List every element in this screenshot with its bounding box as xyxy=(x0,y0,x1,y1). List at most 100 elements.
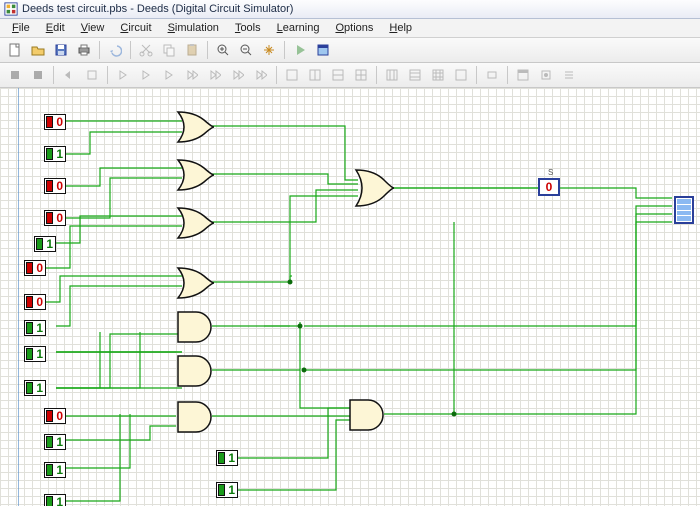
cut-button[interactable] xyxy=(135,39,157,61)
stop-icon xyxy=(9,69,21,81)
grid-icon xyxy=(355,69,367,81)
step6[interactable] xyxy=(227,64,249,86)
input-switch-L[interactable]: 1 xyxy=(44,434,66,450)
input-switch-N[interactable]: 1 xyxy=(44,494,66,506)
pan-button[interactable] xyxy=(258,39,280,61)
input-switch-A[interactable]: 0 xyxy=(44,114,66,130)
menu-edit[interactable]: Edit xyxy=(38,20,73,36)
titlebar: Deeds test circuit.pbs - Deeds (Digital … xyxy=(0,0,700,19)
schematic-canvas[interactable]: 0 1 0 0 1 0 0 1 1 1 0 1 1 1 1 1 S 0 xyxy=(0,88,700,506)
rect-button[interactable] xyxy=(481,64,503,86)
zoom-in-button[interactable] xyxy=(212,39,234,61)
save-button[interactable] xyxy=(50,39,72,61)
input-switch-P[interactable]: 1 xyxy=(216,450,238,466)
grp4[interactable] xyxy=(350,64,372,86)
paste-icon xyxy=(185,43,199,57)
zoom-in-icon xyxy=(216,43,230,57)
grid-icon xyxy=(286,69,298,81)
output-display-S[interactable]: 0 xyxy=(538,178,560,196)
step7[interactable] xyxy=(250,64,272,86)
step-icon xyxy=(186,69,198,81)
input-switch-H[interactable]: 1 xyxy=(24,320,46,336)
frame-button[interactable] xyxy=(81,64,103,86)
undo-button[interactable] xyxy=(104,39,126,61)
input-switch-B[interactable]: 1 xyxy=(44,146,66,162)
and-gate[interactable] xyxy=(176,354,216,388)
or-gate[interactable] xyxy=(176,158,216,192)
step-icon xyxy=(232,69,244,81)
cut-icon xyxy=(139,43,153,57)
input-switch-G[interactable]: 0 xyxy=(24,294,46,310)
and-gate[interactable] xyxy=(348,398,388,432)
or-gate[interactable] xyxy=(176,206,216,240)
zoom-out-button[interactable] xyxy=(235,39,257,61)
or-gate[interactable] xyxy=(176,266,216,300)
grp2[interactable] xyxy=(304,64,326,86)
frame-icon xyxy=(86,69,98,81)
step-back-button[interactable] xyxy=(58,64,80,86)
input-switch-E[interactable]: 1 xyxy=(34,236,56,252)
step1[interactable] xyxy=(112,64,134,86)
step2[interactable] xyxy=(135,64,157,86)
copy-icon xyxy=(162,43,176,57)
menu-learning[interactable]: Learning xyxy=(269,20,328,36)
step3[interactable] xyxy=(158,64,180,86)
paste-button[interactable] xyxy=(181,39,203,61)
grid1[interactable] xyxy=(381,64,403,86)
output-label: S xyxy=(548,168,553,177)
or-gate-large[interactable] xyxy=(354,168,396,208)
brk-icon xyxy=(540,69,552,81)
win-button[interactable] xyxy=(512,64,534,86)
or-gate[interactable] xyxy=(176,110,216,144)
input-switch-K[interactable]: 0 xyxy=(44,408,66,424)
new-button[interactable] xyxy=(4,39,26,61)
grid-icon xyxy=(455,69,467,81)
input-switch-Q[interactable]: 1 xyxy=(216,482,238,498)
grid-icon xyxy=(386,69,398,81)
menu-simulation[interactable]: Simulation xyxy=(160,20,227,36)
grp1[interactable] xyxy=(281,64,303,86)
step-icon xyxy=(255,69,267,81)
grid2[interactable] xyxy=(404,64,426,86)
grid-icon xyxy=(309,69,321,81)
input-switch-I[interactable]: 1 xyxy=(24,346,46,362)
input-switch-F[interactable]: 0 xyxy=(24,260,46,276)
open-button[interactable] xyxy=(27,39,49,61)
menu-view[interactable]: View xyxy=(73,20,113,36)
list-button[interactable] xyxy=(558,64,580,86)
print-button[interactable] xyxy=(73,39,95,61)
rec-button[interactable] xyxy=(27,64,49,86)
and-gate[interactable] xyxy=(176,400,216,434)
input-switch-J[interactable]: 1 xyxy=(24,380,46,396)
window-button[interactable] xyxy=(312,39,334,61)
input-switch-M[interactable]: 1 xyxy=(44,462,66,478)
copy-button[interactable] xyxy=(158,39,180,61)
run-button[interactable] xyxy=(289,39,311,61)
and-gate[interactable] xyxy=(176,310,216,344)
menu-options[interactable]: Options xyxy=(327,20,381,36)
brk-button[interactable] xyxy=(535,64,557,86)
input-switch-C[interactable]: 0 xyxy=(44,178,66,194)
open-file-icon xyxy=(31,43,45,57)
grid4[interactable] xyxy=(450,64,472,86)
output-multi-display[interactable] xyxy=(674,196,694,224)
grp3[interactable] xyxy=(327,64,349,86)
run-icon xyxy=(293,43,307,57)
grid-icon xyxy=(432,69,444,81)
step5[interactable] xyxy=(204,64,226,86)
menu-tools[interactable]: Tools xyxy=(227,20,269,36)
menu-circuit[interactable]: Circuit xyxy=(112,20,159,36)
input-switch-D[interactable]: 0 xyxy=(44,210,66,226)
step4[interactable] xyxy=(181,64,203,86)
menu-file[interactable]: File xyxy=(4,20,38,36)
grid-icon xyxy=(409,69,421,81)
step-icon xyxy=(209,69,221,81)
grid3[interactable] xyxy=(427,64,449,86)
stop-button[interactable] xyxy=(4,64,26,86)
window-title: Deeds test circuit.pbs - Deeds (Digital … xyxy=(22,3,293,15)
step-icon xyxy=(117,69,129,81)
rec-icon xyxy=(32,69,44,81)
menu-help[interactable]: Help xyxy=(381,20,420,36)
rect-icon xyxy=(486,69,498,81)
new-file-icon xyxy=(8,43,22,57)
